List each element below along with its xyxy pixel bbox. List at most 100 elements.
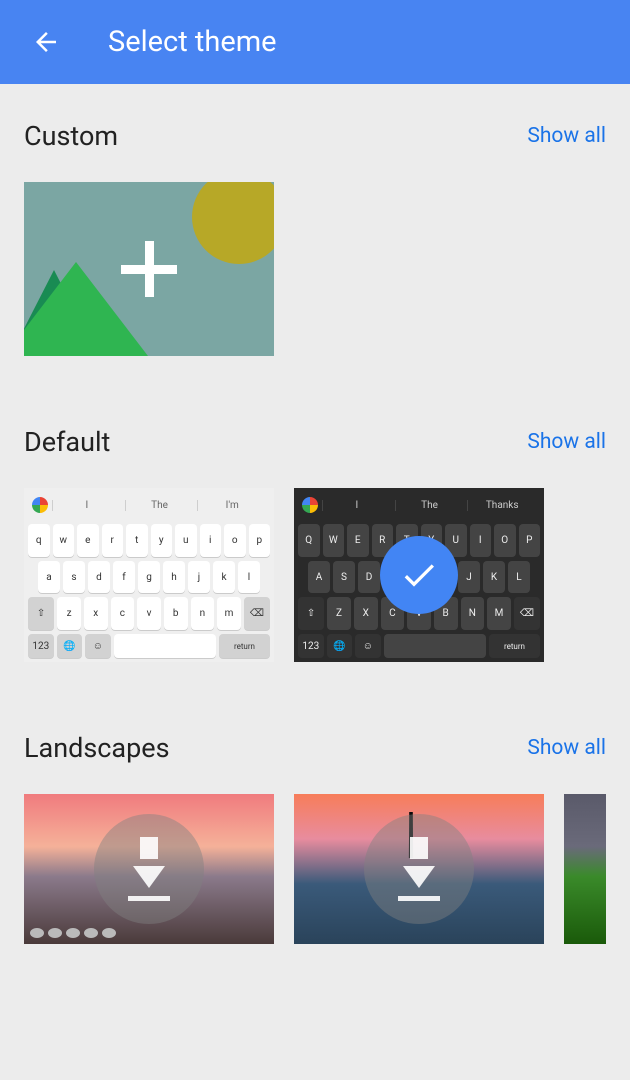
section-header: Custom Show all (24, 120, 606, 152)
key-row: ⇧ zxcvbnm ⌫ (24, 595, 274, 632)
letter-key: g (138, 561, 160, 594)
landscape-theme-beach[interactable] (24, 794, 274, 944)
landscape-theme-winter[interactable] (294, 794, 544, 944)
suggestion: I'm (197, 500, 266, 511)
letter-key: W (323, 524, 345, 557)
letter-key: J (458, 561, 480, 594)
section-custom: Custom Show all (0, 120, 630, 356)
rocks-decoration (30, 928, 116, 938)
backspace-key: ⌫ (244, 597, 270, 630)
key-row: zxcvbnm (57, 597, 241, 630)
download-icon (140, 837, 158, 859)
letter-key: v (137, 597, 161, 630)
suggestion: The (125, 500, 194, 511)
download-overlay (94, 814, 204, 924)
arrow-left-icon (31, 27, 61, 57)
default-row: I The I'm qwertyuiop asdfghjkl ⇧ zxcvbnm… (24, 488, 606, 662)
emoji-key: ☺ (355, 634, 381, 658)
suggestion: I (52, 500, 121, 511)
suggestion: Thanks (467, 500, 536, 511)
letter-key: K (483, 561, 505, 594)
shift-key: ⇧ (298, 597, 324, 630)
letter-key: y (151, 524, 173, 557)
letter-key: p (249, 524, 271, 557)
section-title-landscapes: Landscapes (24, 732, 170, 764)
theme-light-keyboard[interactable]: I The I'm qwertyuiop asdfghjkl ⇧ zxcvbnm… (24, 488, 274, 662)
show-all-custom[interactable]: Show all (527, 124, 606, 148)
section-header: Landscapes Show all (24, 732, 606, 764)
letter-key: Z (327, 597, 351, 630)
letter-key: j (188, 561, 210, 594)
key-row: qwertyuiop (24, 522, 274, 559)
numeric-key: 123 (28, 634, 54, 658)
plus-icon (121, 241, 177, 297)
suggestion-bar: I The I'm (24, 488, 274, 522)
letter-key: x (84, 597, 108, 630)
letter-key: d (88, 561, 110, 594)
app-header: Select theme (0, 0, 630, 84)
letter-key: e (77, 524, 99, 557)
letter-key: i (200, 524, 222, 557)
download-icon (133, 866, 165, 888)
suggestion: The (395, 500, 464, 511)
download-icon (410, 837, 428, 859)
back-button[interactable] (24, 20, 68, 64)
emoji-key: ☺ (85, 634, 111, 658)
numeric-key: 123 (298, 634, 324, 658)
letter-key: M (487, 597, 511, 630)
letter-key: s (63, 561, 85, 594)
add-custom-theme-card[interactable] (24, 182, 274, 356)
letter-key: r (102, 524, 124, 557)
letter-key: k (213, 561, 235, 594)
spacebar (384, 634, 486, 658)
letter-key: w (53, 524, 75, 557)
letter-key: X (354, 597, 378, 630)
theme-dark-keyboard[interactable]: I The Thanks QWERTYUIOP ASDFGHJKL ⇧ ZXCV… (294, 488, 544, 662)
letter-key: P (519, 524, 541, 557)
show-all-landscapes[interactable]: Show all (527, 736, 606, 760)
section-landscapes: Landscapes Show all (0, 732, 630, 944)
check-icon (399, 555, 439, 595)
download-overlay (364, 814, 474, 924)
section-default: Default Show all I The I'm qwertyuiop as… (0, 426, 630, 662)
bottom-row: 123 🌐 ☺ return (294, 632, 544, 662)
section-title-custom: Custom (24, 120, 118, 152)
bottom-row: 123 🌐 ☺ return (24, 632, 274, 662)
letter-key: I (470, 524, 492, 557)
globe-key: 🌐 (327, 634, 353, 658)
section-title-default: Default (24, 426, 110, 458)
suggestion-bar: I The Thanks (294, 488, 544, 522)
download-icon (398, 896, 440, 901)
letter-key: E (347, 524, 369, 557)
letter-key: n (191, 597, 215, 630)
show-all-default[interactable]: Show all (527, 430, 606, 454)
section-header: Default Show all (24, 426, 606, 458)
letter-key: S (333, 561, 355, 594)
letter-key: h (163, 561, 185, 594)
shift-key: ⇧ (28, 597, 54, 630)
landscape-theme-hills[interactable] (564, 794, 606, 944)
globe-key: 🌐 (57, 634, 83, 658)
letter-key: q (28, 524, 50, 557)
letter-key: z (57, 597, 81, 630)
letter-key: u (175, 524, 197, 557)
letter-key: D (358, 561, 380, 594)
page-title: Select theme (108, 25, 277, 59)
download-icon (128, 896, 170, 901)
download-icon (403, 866, 435, 888)
letter-key: Q (298, 524, 320, 557)
google-logo-icon (302, 497, 318, 513)
letter-key: l (238, 561, 260, 594)
key-row: asdfghjkl (24, 559, 274, 596)
letter-key: o (224, 524, 246, 557)
return-key: return (219, 634, 270, 658)
selected-badge (380, 536, 458, 614)
letter-key: c (111, 597, 135, 630)
custom-row (24, 182, 606, 356)
letter-key: N (461, 597, 485, 630)
letter-key: m (217, 597, 241, 630)
letter-key: f (113, 561, 135, 594)
letter-key: O (494, 524, 516, 557)
sun-icon (192, 182, 274, 264)
return-key: return (489, 634, 540, 658)
